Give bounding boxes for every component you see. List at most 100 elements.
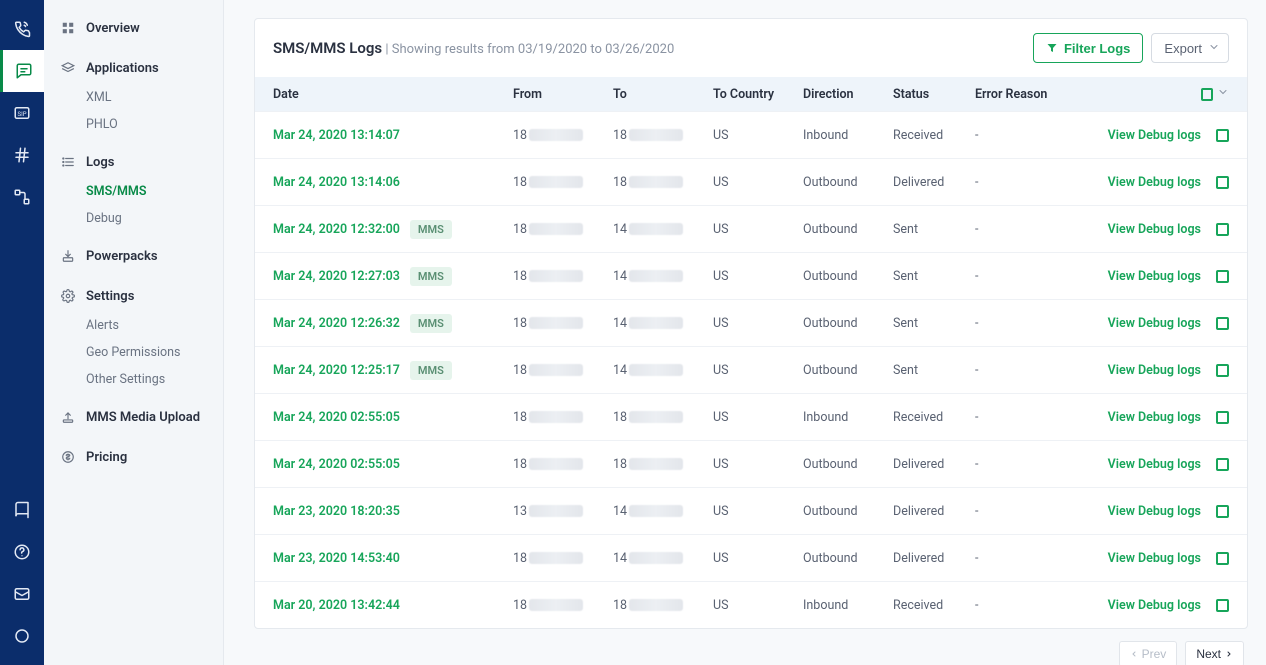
list-icon <box>60 154 76 170</box>
row-checkbox[interactable] <box>1216 270 1229 283</box>
rail-item-messaging[interactable] <box>0 50 44 92</box>
cell-direction: Outbound <box>803 551 893 566</box>
cell-date: Mar 24, 2020 13:14:06 <box>273 175 513 190</box>
row-checkbox[interactable] <box>1216 411 1229 424</box>
table-row[interactable]: Mar 24, 2020 02:55:051818USOutboundDeliv… <box>255 440 1247 487</box>
row-checkbox[interactable] <box>1216 176 1229 189</box>
date-text: Mar 24, 2020 12:27:03 <box>273 269 400 284</box>
rail-item-numbers[interactable] <box>0 134 44 176</box>
cell-error: - <box>975 551 1105 566</box>
table-row[interactable]: Mar 24, 2020 12:27:03MMS1814USOutboundSe… <box>255 252 1247 299</box>
table-row[interactable]: Mar 24, 2020 12:25:17MMS1814USOutboundSe… <box>255 346 1247 393</box>
redacted-number <box>629 458 683 470</box>
cell-to: 18 <box>613 457 713 472</box>
redacted-number <box>629 270 683 282</box>
next-page-button[interactable]: Next <box>1185 641 1244 665</box>
redacted-number <box>629 223 683 235</box>
chevron-left-icon <box>1130 647 1138 661</box>
rail-bottom-group <box>0 489 44 657</box>
table-header: Date From To To Country Direction Status… <box>255 77 1247 111</box>
cell-error: - <box>975 269 1105 284</box>
rail-item-trunking[interactable] <box>0 176 44 218</box>
view-debug-link[interactable]: View Debug logs <box>1105 410 1201 425</box>
sidebar-sub-xml[interactable]: XML <box>54 84 213 111</box>
export-button[interactable]: Export <box>1151 33 1229 63</box>
sidebar-sub-alerts[interactable]: Alerts <box>54 312 213 339</box>
row-checkbox[interactable] <box>1216 364 1229 377</box>
rail-item-voice[interactable] <box>0 8 44 50</box>
view-debug-link[interactable]: View Debug logs <box>1105 316 1201 331</box>
sidebar-sub-other[interactable]: Other Settings <box>54 366 213 393</box>
table-row[interactable]: Mar 24, 2020 12:26:32MMS1814USOutboundSe… <box>255 299 1247 346</box>
table-body: Mar 24, 2020 13:14:071818USInboundReceiv… <box>255 111 1247 628</box>
redacted-number <box>529 364 583 376</box>
upload-icon <box>60 409 76 425</box>
rail-item-account[interactable] <box>0 615 44 657</box>
redacted-number <box>629 317 683 329</box>
sidebar-item-mms-upload[interactable]: MMS Media Upload <box>54 401 213 433</box>
table-row[interactable]: Mar 24, 2020 02:55:051818USInboundReceiv… <box>255 393 1247 440</box>
view-debug-link[interactable]: View Debug logs <box>1105 128 1201 143</box>
cell-to: 18 <box>613 128 713 143</box>
view-debug-link[interactable]: View Debug logs <box>1105 269 1201 284</box>
row-checkbox[interactable] <box>1216 458 1229 471</box>
cell-country: US <box>713 410 803 425</box>
cell-select <box>1201 364 1229 377</box>
view-debug-link[interactable]: View Debug logs <box>1105 598 1201 613</box>
sidebar-sub-phlo[interactable]: PHLO <box>54 111 213 138</box>
view-debug-link[interactable]: View Debug logs <box>1105 457 1201 472</box>
table-row[interactable]: Mar 23, 2020 14:53:401814USOutboundDeliv… <box>255 534 1247 581</box>
date-text: Mar 23, 2020 14:53:40 <box>273 551 400 566</box>
view-debug-link[interactable]: View Debug logs <box>1105 551 1201 566</box>
row-checkbox[interactable] <box>1216 599 1229 612</box>
date-text: Mar 24, 2020 02:55:05 <box>273 457 400 472</box>
filter-logs-button[interactable]: Filter Logs <box>1033 33 1143 63</box>
row-checkbox[interactable] <box>1216 552 1229 565</box>
sidebar-label-applications: Applications <box>86 61 159 76</box>
table-row[interactable]: Mar 24, 2020 13:14:071818USInboundReceiv… <box>255 111 1247 158</box>
sidebar-item-overview[interactable]: Overview <box>54 12 213 44</box>
view-debug-link[interactable]: View Debug logs <box>1105 504 1201 519</box>
cell-from: 18 <box>513 551 613 566</box>
cell-select <box>1201 223 1229 236</box>
cell-status: Delivered <box>893 504 975 519</box>
row-checkbox[interactable] <box>1216 317 1229 330</box>
sidebar-sub-debug[interactable]: Debug <box>54 205 213 232</box>
table-row[interactable]: Mar 20, 2020 13:42:441818USInboundReceiv… <box>255 581 1247 628</box>
select-all-checkbox[interactable] <box>1201 88 1213 101</box>
cell-date: Mar 24, 2020 02:55:05 <box>273 410 513 425</box>
table-row[interactable]: Mar 23, 2020 18:20:351314USOutboundDeliv… <box>255 487 1247 534</box>
cell-direction: Outbound <box>803 175 893 190</box>
cell-from: 18 <box>513 598 613 613</box>
cell-direction: Inbound <box>803 128 893 143</box>
sidebar-item-logs[interactable]: Logs <box>54 146 213 178</box>
pager: Prev Next <box>254 629 1248 665</box>
row-checkbox[interactable] <box>1216 129 1229 142</box>
sidebar-sub-geo[interactable]: Geo Permissions <box>54 339 213 366</box>
col-from: From <box>513 87 613 102</box>
sidebar-item-pricing[interactable]: Pricing <box>54 441 213 473</box>
sidebar-item-powerpacks[interactable]: Powerpacks <box>54 240 213 272</box>
rail-item-support[interactable] <box>0 573 44 615</box>
view-debug-link[interactable]: View Debug logs <box>1105 363 1201 378</box>
sidebar-item-applications[interactable]: Applications <box>54 52 213 84</box>
cell-select <box>1201 129 1229 142</box>
cell-direction: Outbound <box>803 363 893 378</box>
table-row[interactable]: Mar 24, 2020 13:14:061818USOutboundDeliv… <box>255 158 1247 205</box>
chevron-down-icon[interactable] <box>1217 86 1229 102</box>
sidebar-sub-sms-mms[interactable]: SMS/MMS <box>54 178 213 205</box>
cell-select <box>1201 176 1229 189</box>
row-checkbox[interactable] <box>1216 505 1229 518</box>
cell-country: US <box>713 269 803 284</box>
view-debug-link[interactable]: View Debug logs <box>1105 175 1201 190</box>
prev-page-button[interactable]: Prev <box>1119 641 1178 665</box>
row-checkbox[interactable] <box>1216 223 1229 236</box>
cell-direction: Inbound <box>803 410 893 425</box>
table-row[interactable]: Mar 24, 2020 12:32:00MMS1814USOutboundSe… <box>255 205 1247 252</box>
rail-item-help[interactable] <box>0 531 44 573</box>
cell-error: - <box>975 598 1105 613</box>
view-debug-link[interactable]: View Debug logs <box>1105 222 1201 237</box>
sidebar-item-settings[interactable]: Settings <box>54 280 213 312</box>
rail-item-docs[interactable] <box>0 489 44 531</box>
rail-item-sip[interactable]: SIP <box>0 92 44 134</box>
